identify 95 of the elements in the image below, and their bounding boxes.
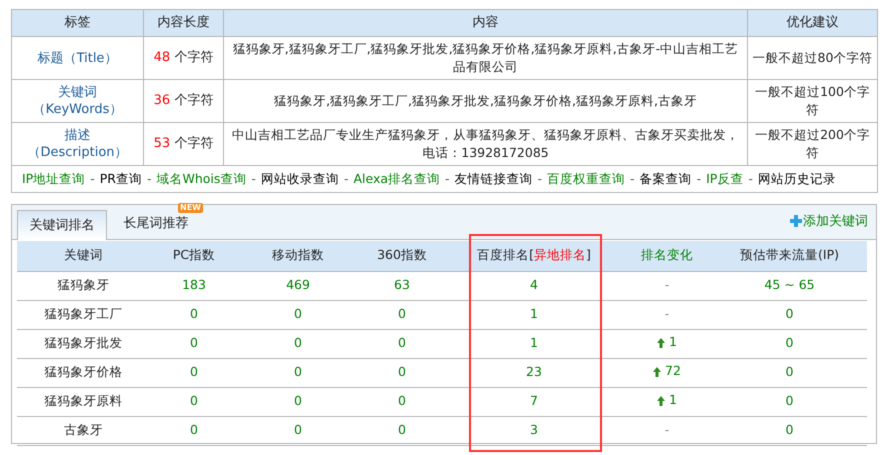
count-unit: 个字符 — [174, 136, 214, 152]
column-header: PC指数 — [172, 247, 216, 262]
advice-text: 一般不超过100个字符 — [755, 84, 870, 117]
query-link[interactable]: IP反查 — [706, 170, 744, 188]
index-360: 63 — [394, 277, 410, 292]
index-360: 0 — [398, 306, 406, 322]
query-link[interactable]: 百度权重查询 — [547, 170, 626, 188]
column-header: 百度排名[ — [477, 247, 534, 262]
bracket: ] — [586, 247, 591, 262]
up-arrow-icon — [653, 366, 662, 377]
rank-change: 72 — [665, 362, 681, 380]
index-360: 0 — [398, 422, 406, 438]
column-header: 排名变化 — [641, 247, 693, 262]
baidu-rank: 4 — [530, 277, 538, 292]
new-badge: NEW — [178, 203, 203, 213]
column-header: 内容长度 — [158, 15, 210, 30]
pc-index: 0 — [190, 306, 198, 322]
traffic-estimate: 0 — [786, 393, 794, 408]
query-link[interactable]: 友情链接查询 — [454, 170, 533, 188]
advice-text: 一般不超过200个字符 — [755, 127, 870, 160]
baidu-rank: 1 — [530, 306, 538, 322]
tab[interactable]: 关键词排名 — [17, 210, 107, 240]
tag-label: 关键词（KeyWords） — [32, 85, 122, 117]
count-unit: 个字符 — [174, 50, 214, 66]
char-count: 48 — [154, 50, 170, 66]
separator: - — [748, 170, 753, 188]
separator: - — [696, 170, 702, 188]
index-360: 0 — [398, 364, 406, 380]
tag-label: 描述（Description） — [27, 128, 128, 160]
baidu-rank: 23 — [526, 364, 542, 380]
keyword-cell: 猛犸象牙价格 — [44, 364, 122, 380]
keyword-cell: 猛犸象牙原料 — [44, 393, 122, 408]
rank-change: - — [664, 306, 670, 322]
rank-change: - — [664, 422, 670, 438]
index-360: 0 — [398, 335, 406, 350]
mobile-index: 0 — [294, 393, 302, 408]
keyword-cell: 猛犸象牙批发 — [44, 335, 122, 350]
mobile-index: 0 — [294, 422, 302, 438]
traffic-estimate: 0 — [786, 335, 794, 350]
pc-index: 0 — [190, 393, 198, 408]
index-360: 0 — [398, 393, 406, 408]
query-link[interactable]: Alexa排名查询 — [353, 170, 440, 188]
query-link[interactable]: 备案查询 — [640, 170, 692, 188]
count-unit: 个字符 — [174, 93, 214, 108]
query-link[interactable]: IP地址查询 — [22, 170, 86, 188]
tag-label: 标题（Title） — [38, 50, 118, 66]
rank-change: 1 — [669, 333, 677, 352]
rank-change: - — [664, 277, 670, 292]
mobile-index: 469 — [286, 277, 310, 292]
content-text: 猛犸象牙,猛犸象牙工厂,猛犸象牙批发,猛犸象牙价格,猛犸象牙原料,古象牙 — [274, 93, 697, 108]
separator: - — [344, 170, 348, 188]
keyword-cell: 古象牙 — [64, 422, 103, 438]
column-header: 移动指数 — [272, 247, 324, 262]
column-header: 内容 — [472, 15, 498, 30]
traffic-estimate: 0 — [786, 364, 794, 380]
rank-change: 1 — [669, 391, 677, 410]
mobile-index: 0 — [294, 306, 302, 322]
query-link[interactable]: 域名Whois查询 — [156, 170, 246, 188]
traffic-estimate: 0 — [786, 422, 794, 438]
separator: - — [630, 170, 635, 188]
separator: - — [445, 170, 450, 188]
separator: - — [251, 170, 256, 188]
traffic-estimate: 45 ~ 65 — [764, 277, 815, 292]
keyword-cell: 猛犸象牙工厂 — [44, 306, 122, 322]
separator: - — [538, 170, 542, 188]
pc-index: 183 — [182, 277, 206, 292]
column-header: 关键词 — [64, 247, 103, 262]
plus-icon — [790, 215, 802, 228]
keyword-cell: 猛犸象牙 — [58, 277, 110, 292]
char-count: 36 — [154, 93, 170, 108]
query-link[interactable]: PR查询 — [100, 170, 142, 188]
query-link[interactable]: 网站历史记录 — [758, 170, 836, 188]
separator: - — [90, 170, 95, 188]
content-text: 中山吉相工艺品厂专业生产猛犸象牙，从事猛犸象牙、猛犸象牙原料、古象牙买卖批发，电话：13928172085 — [232, 127, 739, 160]
baidu-rank: 7 — [530, 393, 538, 408]
baidu-rank: 1 — [530, 335, 538, 350]
column-header: 优化建议 — [786, 15, 838, 30]
query-link[interactable]: 网站收录查询 — [260, 170, 339, 188]
up-arrow-icon — [657, 396, 666, 406]
column-header: 360指数 — [377, 247, 427, 262]
pc-index: 0 — [190, 422, 198, 438]
mobile-index: 0 — [294, 364, 302, 380]
pc-index: 0 — [190, 335, 198, 350]
pc-index: 0 — [190, 364, 198, 380]
column-header: 标签 — [64, 15, 90, 30]
baidu-rank: 3 — [530, 422, 538, 438]
separator: - — [146, 170, 152, 188]
char-count: 53 — [154, 136, 170, 152]
up-arrow-icon — [657, 338, 666, 348]
content-text: 猛犸象牙,猛犸象牙工厂,猛犸象牙批发,猛犸象牙价格,猛犸象牙原料,古象牙-中山吉相工艺品有限公司 — [232, 41, 738, 74]
traffic-estimate: 0 — [786, 306, 794, 322]
column-header: 预估带来流量(IP) — [740, 247, 839, 262]
mobile-index: 0 — [294, 335, 302, 350]
add-keyword-link[interactable]: 添加关键词 — [790, 212, 868, 231]
advice-text: 一般不超过80个字符 — [752, 50, 872, 65]
